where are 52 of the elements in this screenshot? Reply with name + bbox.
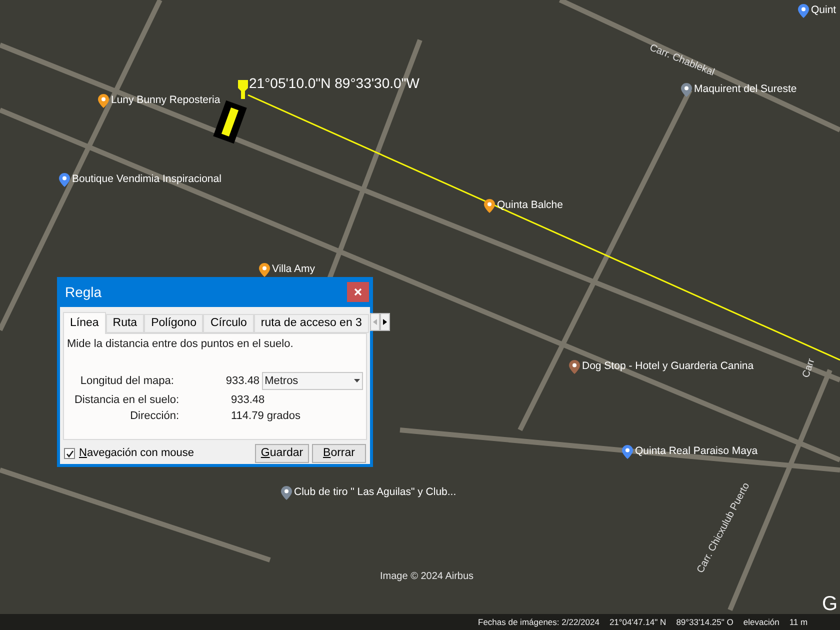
place-pin-icon[interactable] [59,172,70,187]
close-button[interactable] [347,282,369,302]
place-pin-icon[interactable] [569,360,580,374]
place-label[interactable]: Luny Bunny Reposteria [111,93,220,109]
place-label[interactable]: Boutique Vendimia Inspiracional [72,172,222,188]
description-text: Mide la distancia entre dos puntos en el suelo. [67,337,294,351]
field-value: 933.48 [231,392,265,408]
coordinate-label: 21°05'10.0"N 89°33'30.0"W [249,76,420,90]
place-label[interactable]: Dog Stop - Hotel y Guarderia Canina [582,359,754,375]
place-pin-icon[interactable] [281,486,292,500]
dialog-button[interactable]: Borrar [312,444,366,463]
road-label: Carr [800,356,818,380]
place-pin-icon[interactable] [98,94,109,108]
field-label: Distancia en el suelo: [73,392,179,408]
close-icon [354,288,362,296]
dialog-title: Regla [65,282,102,302]
place-pin-icon[interactable] [484,198,495,213]
tab-scroll-right[interactable] [380,313,390,331]
place-pin-icon[interactable] [259,262,270,277]
right-triangle-icon [382,319,387,325]
checkbox[interactable] [64,448,75,459]
tab[interactable]: Círculo [203,314,254,333]
tab[interactable]: Línea [63,312,106,334]
place-label[interactable]: Quinta Balche [497,198,563,214]
field-label: Longitud del mapa: [79,374,174,389]
caret-icon [354,379,360,383]
tab[interactable]: Ruta [106,314,144,333]
place-label[interactable]: Villa Amy [272,262,315,278]
field-label: Dirección: [129,408,179,424]
place-pin-icon[interactable] [798,4,809,18]
checkbox-label[interactable]: Navegación con mouse [79,445,194,462]
left-triangle-icon [372,319,377,325]
place-pin-icon[interactable] [622,444,633,459]
unit-dropdown[interactable]: Metros [262,372,363,390]
place-label[interactable]: Quint [811,3,836,19]
tab[interactable]: Polígono [144,314,204,333]
latitude-reading: 21°04'47.14" N [609,616,666,628]
image-attribution: Image © 2024 Airbus [380,570,474,584]
dialog-button[interactable]: Guardar [255,444,309,463]
longitude-reading: 89°33'14.25" O [676,616,734,628]
place-label[interactable]: Club de tiro " Las Aguilas" y Club... [294,485,456,501]
field-value: 114.79 grados [231,408,301,424]
elevation-reading: 11 m [789,616,808,628]
tab[interactable]: ruta de acceso en 3 [254,314,369,333]
place-label[interactable]: Maquirent del Sureste [694,82,797,98]
place-pin-icon[interactable] [681,82,692,97]
pushpin-icon[interactable] [238,80,248,99]
place-label[interactable]: Quinta Real Paraiso Maya [635,444,758,460]
field-value: 933.48 [226,374,260,389]
elevation-label: elevación [743,616,780,628]
map-logo: G [822,592,838,617]
imagery-date: Fechas de imágenes: 2/22/2024 [478,616,600,628]
